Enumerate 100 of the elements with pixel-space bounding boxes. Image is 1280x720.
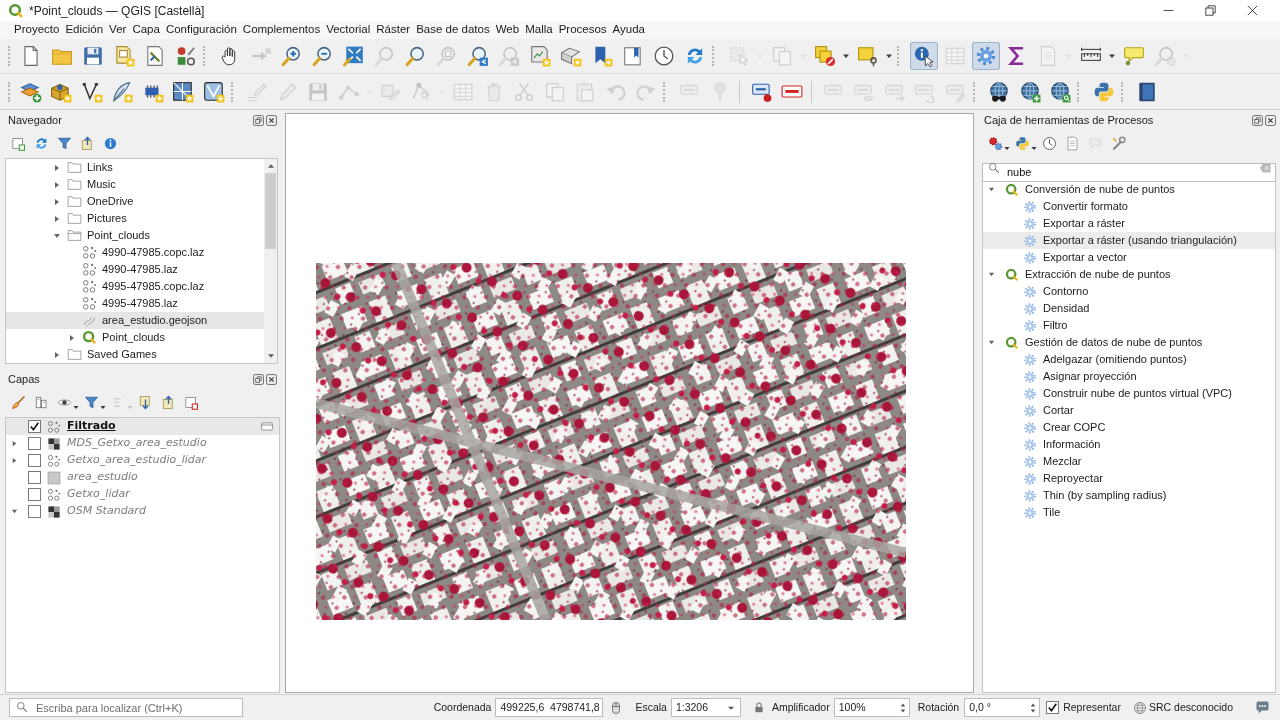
magnifier-icon[interactable] [405,45,427,67]
refresh-icon[interactable] [34,135,49,151]
algorithm-item[interactable]: Reproyectar [983,470,1275,487]
scrollbar-thumb[interactable] [265,173,276,249]
dropdown-caret-icon[interactable] [100,405,106,410]
undock-icon[interactable] [1252,115,1263,126]
search-field[interactable]: nube [982,162,1276,182]
menu-item[interactable]: Ayuda [609,21,648,39]
caret-right-icon[interactable] [53,163,61,172]
squares-cancel-icon[interactable] [814,45,836,67]
coordinate-field[interactable]: 499225,6 4798741,8 [495,698,604,717]
page-star-icon[interactable] [113,45,135,67]
toolbar-handle[interactable] [712,46,715,66]
globe-plus-icon[interactable] [1018,80,1041,103]
book-icon[interactable] [1136,80,1158,103]
layer-checkbox[interactable] [28,420,41,433]
restore-icon[interactable] [1205,5,1216,16]
render-checkbox[interactable] [1046,701,1060,714]
scroll-down-arrow-icon[interactable] [266,352,275,360]
speech-bubble-icon[interactable] [1123,45,1145,67]
caret-down-icon[interactable] [53,231,61,240]
browser-item[interactable]: 4995-47985.laz [6,295,264,312]
gears-icon[interactable] [988,135,1003,151]
grid-star-icon[interactable] [172,80,194,103]
menu-item[interactable]: Complementos [239,21,324,39]
caret-down-icon[interactable] [988,186,995,193]
browser-item[interactable]: Point_clouds [6,227,264,244]
browser-item[interactable]: 4990-47985.copc.laz [6,244,264,261]
algorithm-item[interactable]: Filtro [983,317,1275,334]
caret-right-icon[interactable] [53,197,61,206]
algorithm-item[interactable]: Convertir formato [983,198,1275,215]
caret-down-icon[interactable] [988,339,995,346]
toolbar-handle[interactable] [1120,81,1124,102]
lock-icon[interactable] [752,701,765,714]
layer-item[interactable]: area_estudio [6,469,279,486]
python-icon[interactable] [1015,135,1030,151]
menu-item[interactable]: Procesos [555,21,610,39]
map-star-icon[interactable] [529,45,551,67]
menu-item[interactable]: Capa [129,21,163,39]
caret-right-icon[interactable] [68,333,76,342]
algorithm-item[interactable]: Mezclar [983,453,1275,470]
feather-star-icon[interactable] [111,80,133,103]
algorithm-item[interactable]: Construir nube de puntos virtual (VPC) [983,385,1275,402]
algorithm-item[interactable]: Cortar [983,402,1275,419]
globe-binoculars-icon[interactable] [988,80,1010,103]
algorithm-item[interactable]: Exportar a vector [983,249,1275,266]
globe-magnifier-icon[interactable] [1049,80,1071,103]
vertex-star-icon[interactable] [80,80,103,103]
layer-item[interactable]: Getxo_lidar [6,486,279,503]
layer-checkbox[interactable] [28,471,41,484]
messages-icon[interactable] [1255,700,1270,715]
browser-item[interactable]: area_estudio.geojson [6,312,264,329]
page-plus-icon[interactable] [11,135,26,151]
algorithm-item[interactable]: Contorno [983,283,1275,300]
close-icon[interactable] [266,115,277,126]
algorithm-item[interactable]: Asignar proyección [983,368,1275,385]
close-icon[interactable] [266,374,277,385]
toolbar-handle[interactable] [972,81,976,102]
caret-right-icon[interactable] [53,214,61,223]
browser-item[interactable]: Saved Games [6,346,264,363]
brush-icon[interactable] [11,394,26,410]
menu-item[interactable]: Web [492,21,523,39]
toolbar-handle[interactable] [897,46,900,66]
collapse-tree-icon[interactable] [80,135,95,151]
scale-combo-box[interactable]: 1:3206 [670,698,741,717]
close-icon[interactable] [1265,115,1276,126]
menu-item[interactable]: Malla [522,21,556,39]
algorithm-item[interactable]: Tile [983,504,1275,521]
map-canvas[interactable] [285,113,974,693]
dropdown-caret-icon[interactable] [1031,146,1037,151]
info-icon[interactable] [103,135,118,151]
browser-item[interactable]: Point_clouds [6,329,264,346]
layer-item[interactable]: OSM Standard [6,503,279,520]
magnifier-spin-box[interactable]: 100% [833,698,910,717]
layer-checkbox[interactable] [28,437,41,450]
wrench-icon[interactable] [1111,135,1126,151]
toolbar-handle[interactable] [8,81,11,102]
group-add-icon[interactable] [34,394,49,410]
dropdown-caret-icon[interactable] [73,405,79,410]
crs-status-label[interactable]: SRC desconocido [1148,699,1233,716]
filter-indicator-icon[interactable] [261,422,273,431]
browser-item[interactable]: Pictures [6,210,264,227]
menu-item[interactable]: Edición [62,21,107,39]
algorithm-item[interactable]: Exportar a ráster [983,215,1275,232]
close-icon[interactable] [1247,5,1258,16]
layer-item[interactable]: Getxo_area_estudio_lidar [6,452,279,469]
globe-icon[interactable] [1132,700,1147,715]
toolbar-handle[interactable] [203,46,206,66]
algorithm-item[interactable]: Thin (by sampling radius) [983,487,1275,504]
clock-icon[interactable] [1042,135,1057,151]
python-icon[interactable] [1092,80,1115,103]
undock-icon[interactable] [253,374,264,385]
algorithm-group-item[interactable]: Gestión de datos de nube de puntos [983,334,1275,351]
layer-item[interactable]: MDS_Getxo_area_estudio [6,435,279,452]
clear-field-icon[interactable] [1259,163,1272,173]
layers-plus-icon[interactable] [19,80,42,103]
undock-icon[interactable] [253,115,264,126]
toolbar-handle[interactable] [8,46,11,66]
map-3d-star-icon[interactable] [560,45,582,67]
rotation-spin-box[interactable]: 0,0 ° [964,698,1041,717]
